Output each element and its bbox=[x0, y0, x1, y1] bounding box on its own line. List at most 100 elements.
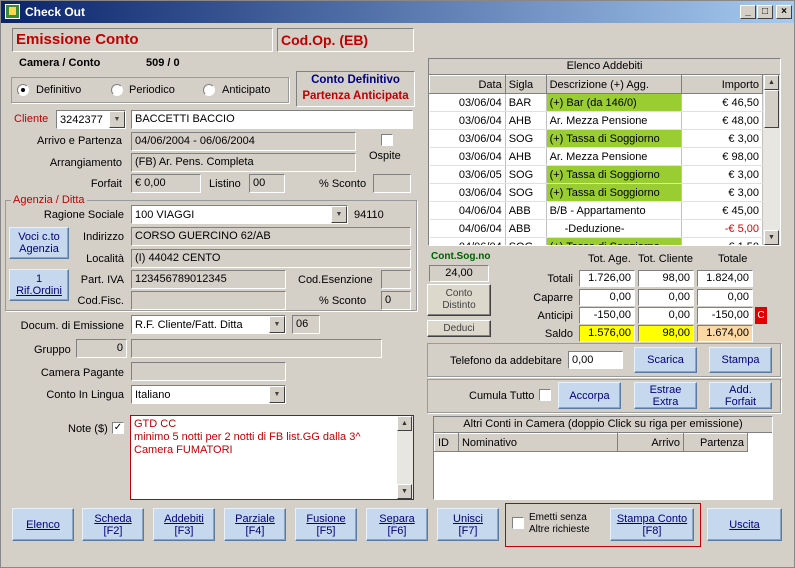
separa-button[interactable]: Separa [F6] bbox=[366, 508, 428, 541]
cont-sog-label: Cont.Sog.no bbox=[431, 251, 491, 262]
addebiti-row[interactable]: 04/06/04 ABB -Deduzione- -€ 5,00 bbox=[429, 219, 763, 238]
scroll-down-icon[interactable]: ▼ bbox=[397, 484, 412, 499]
conto-distinto-button[interactable]: Conto Distinto bbox=[427, 284, 491, 316]
fusione-button[interactable]: Fusione [F5] bbox=[295, 508, 357, 541]
radio-periodico[interactable] bbox=[111, 84, 123, 96]
rif-ordini-button[interactable]: 1 Rif.Ordini bbox=[9, 269, 69, 301]
col-partenza[interactable]: Partenza bbox=[683, 433, 748, 452]
addebiti-row[interactable]: 03/06/04 AHB Ar. Mezza Pensione € 48,00 bbox=[429, 111, 763, 130]
documento-label: Docum. di Emissione bbox=[20, 320, 124, 332]
parziale-button-shortcut: [F4] bbox=[245, 524, 265, 537]
anticipi-age: -150,00 bbox=[579, 307, 635, 324]
radio-anticipato-label: Anticipato bbox=[222, 84, 271, 96]
col-sigla[interactable]: Sigla bbox=[504, 75, 547, 94]
radio-definitivo[interactable] bbox=[17, 84, 29, 96]
caparre-label: Caparre bbox=[533, 292, 573, 304]
emetti-label: Emetti senza Altre richieste bbox=[529, 512, 590, 536]
estrae-line2: Extra bbox=[652, 395, 679, 408]
addebiti-cell-importo: € 45,00 bbox=[681, 201, 763, 220]
scheda-button[interactable]: Scheda [F2] bbox=[82, 508, 144, 541]
col-arrivo[interactable]: Arrivo bbox=[617, 433, 685, 452]
ragione-sociale-dropdown[interactable]: 100 VIAGGI ▼ bbox=[131, 205, 348, 224]
voci-conto-agenzia-button[interactable]: Voci c.to Agenzia bbox=[9, 227, 69, 259]
addebiti-cell-data: 03/06/04 bbox=[429, 183, 506, 202]
telefono-value[interactable]: 0,00 bbox=[568, 351, 623, 369]
listino-label: Listino bbox=[209, 178, 241, 190]
col-nominativo[interactable]: Nominativo bbox=[457, 433, 619, 452]
partita-iva-label: Part. IVA bbox=[80, 274, 124, 286]
cod-fisc-label: Cod.Fisc. bbox=[77, 295, 124, 307]
ospite-label: Ospite bbox=[369, 150, 401, 162]
col-descrizione[interactable]: Descrizione (+) Agg. bbox=[545, 75, 683, 94]
close-icon[interactable]: × bbox=[776, 5, 792, 19]
col-id[interactable]: ID bbox=[434, 433, 459, 452]
stampa-telefono-button[interactable]: Stampa bbox=[709, 347, 772, 373]
deduci-button[interactable]: Deduci bbox=[427, 320, 491, 337]
maximize-icon[interactable]: □ bbox=[757, 5, 773, 19]
addebiti-row[interactable]: 04/06/04 ABB B/B - Appartamento € 45,00 bbox=[429, 201, 763, 220]
addebiti-cell-sigla: SOG bbox=[505, 165, 547, 184]
addebiti-row[interactable]: 03/06/04 SOG (+) Tassa di Soggiorno € 3,00 bbox=[429, 183, 763, 202]
arrangiamento-label: Arrangiamento bbox=[49, 157, 122, 169]
addebiti-cell-data: 03/06/05 bbox=[429, 165, 506, 184]
ragione-sociale-label: Ragione Sociale bbox=[43, 209, 124, 221]
stampa-conto-button[interactable]: Stampa Conto [F8] bbox=[610, 508, 694, 541]
cliente-code-dropdown[interactable]: 3242377 ▼ bbox=[56, 110, 126, 129]
separa-button-shortcut: [F6] bbox=[387, 524, 407, 537]
cont-sog-value: 24,00 bbox=[429, 265, 489, 282]
anticipi-c-badge[interactable]: C bbox=[755, 307, 767, 324]
gruppo-label: Gruppo bbox=[34, 344, 71, 356]
add-forfait-button[interactable]: Add. Forfait bbox=[709, 382, 772, 409]
elenco-button-label: Elenco bbox=[26, 518, 60, 531]
addebiti-button[interactable]: Addebiti [F3] bbox=[153, 508, 215, 541]
totali-label: Totali bbox=[547, 273, 573, 285]
documento-value: R.F. Cliente/Fatt. Ditta bbox=[135, 319, 243, 331]
note-line-2: minimo 5 notti per 2 notti di FB list.GG… bbox=[134, 431, 361, 443]
cumula-checkbox[interactable] bbox=[539, 389, 551, 401]
radio-anticipato[interactable] bbox=[203, 84, 215, 96]
conto-status-line1: Conto Definitivo bbox=[311, 74, 400, 86]
emissione-conto-title: Emissione Conto bbox=[12, 28, 273, 52]
note-checkbox[interactable]: ✓ bbox=[112, 422, 124, 434]
addebiti-cell-importo: -€ 5,00 bbox=[681, 219, 763, 238]
addebiti-row[interactable]: 04/06/04SOG(+) Tassa di Soggiorno€ 1,50 bbox=[429, 237, 763, 245]
cliente-name-field[interactable]: BACCETTI BACCIO bbox=[131, 110, 413, 129]
estrae-extra-button[interactable]: Estrae Extra bbox=[634, 382, 697, 409]
elenco-button[interactable]: Elenco bbox=[12, 508, 74, 541]
altri-conti-table: ID Nominativo Arrivo Partenza bbox=[434, 433, 748, 452]
addebiti-row[interactable]: 03/06/04 AHB Ar. Mezza Pensione € 98,00 bbox=[429, 147, 763, 166]
tot-cliente-header: Tot. Cliente bbox=[638, 253, 694, 265]
col-data[interactable]: Data bbox=[429, 75, 506, 94]
ospite-checkbox[interactable] bbox=[381, 134, 393, 146]
scroll-down-icon[interactable]: ▼ bbox=[764, 230, 779, 245]
lingua-dropdown[interactable]: Italiano ▼ bbox=[131, 385, 286, 404]
uscita-button[interactable]: Uscita bbox=[707, 508, 782, 541]
note-textarea[interactable]: GTD CC minimo 5 notti per 2 notti di FB … bbox=[130, 415, 414, 500]
camera-pagante-value bbox=[131, 362, 286, 381]
note-scrollbar[interactable]: ▲ ▼ bbox=[397, 416, 413, 499]
unisci-button[interactable]: Unisci [F7] bbox=[437, 508, 499, 541]
addebiti-row[interactable]: 03/06/05 SOG (+) Tassa di Soggiorno € 3,00 bbox=[429, 165, 763, 184]
col-importo[interactable]: Importo bbox=[681, 75, 763, 94]
scroll-up-icon[interactable]: ▲ bbox=[397, 416, 412, 431]
documento-dropdown[interactable]: R.F. Cliente/Fatt. Ditta ▼ bbox=[131, 315, 286, 334]
cliente-code-value: 3242377 bbox=[60, 114, 103, 126]
gruppo-value: 0 bbox=[76, 339, 127, 358]
addebiti-row[interactable]: 03/06/04 SOG (+) Tassa di Soggiorno € 3,00 bbox=[429, 129, 763, 148]
tot-age-header: Tot. Age. bbox=[588, 253, 631, 265]
addebiti-cell-importo: € 3,00 bbox=[681, 129, 763, 148]
fusione-button-label: Fusione bbox=[306, 512, 346, 525]
scroll-thumb[interactable] bbox=[764, 90, 779, 128]
minimize-icon[interactable]: _ bbox=[740, 5, 756, 19]
parziale-button[interactable]: Parziale [F4] bbox=[224, 508, 286, 541]
addebiti-row[interactable]: 03/06/04 BAR (+) Bar (da 146/0) € 46,50 bbox=[429, 93, 763, 112]
accorpa-button[interactable]: Accorpa bbox=[558, 382, 621, 409]
addebiti-scrollbar[interactable]: ▲ ▼ bbox=[763, 75, 780, 245]
addebiti-cell-data: 04/06/04 bbox=[429, 219, 506, 238]
emetti-checkbox[interactable] bbox=[512, 517, 524, 529]
addebiti-table: Data Sigla Descrizione (+) Agg. Importo … bbox=[429, 75, 763, 245]
scarica-button[interactable]: Scarica bbox=[634, 347, 697, 373]
arrivo-partenza-label: Arrivo e Partenza bbox=[37, 135, 122, 147]
scroll-up-icon[interactable]: ▲ bbox=[764, 75, 779, 90]
addebiti-cell-sigla: SOG bbox=[505, 129, 547, 148]
